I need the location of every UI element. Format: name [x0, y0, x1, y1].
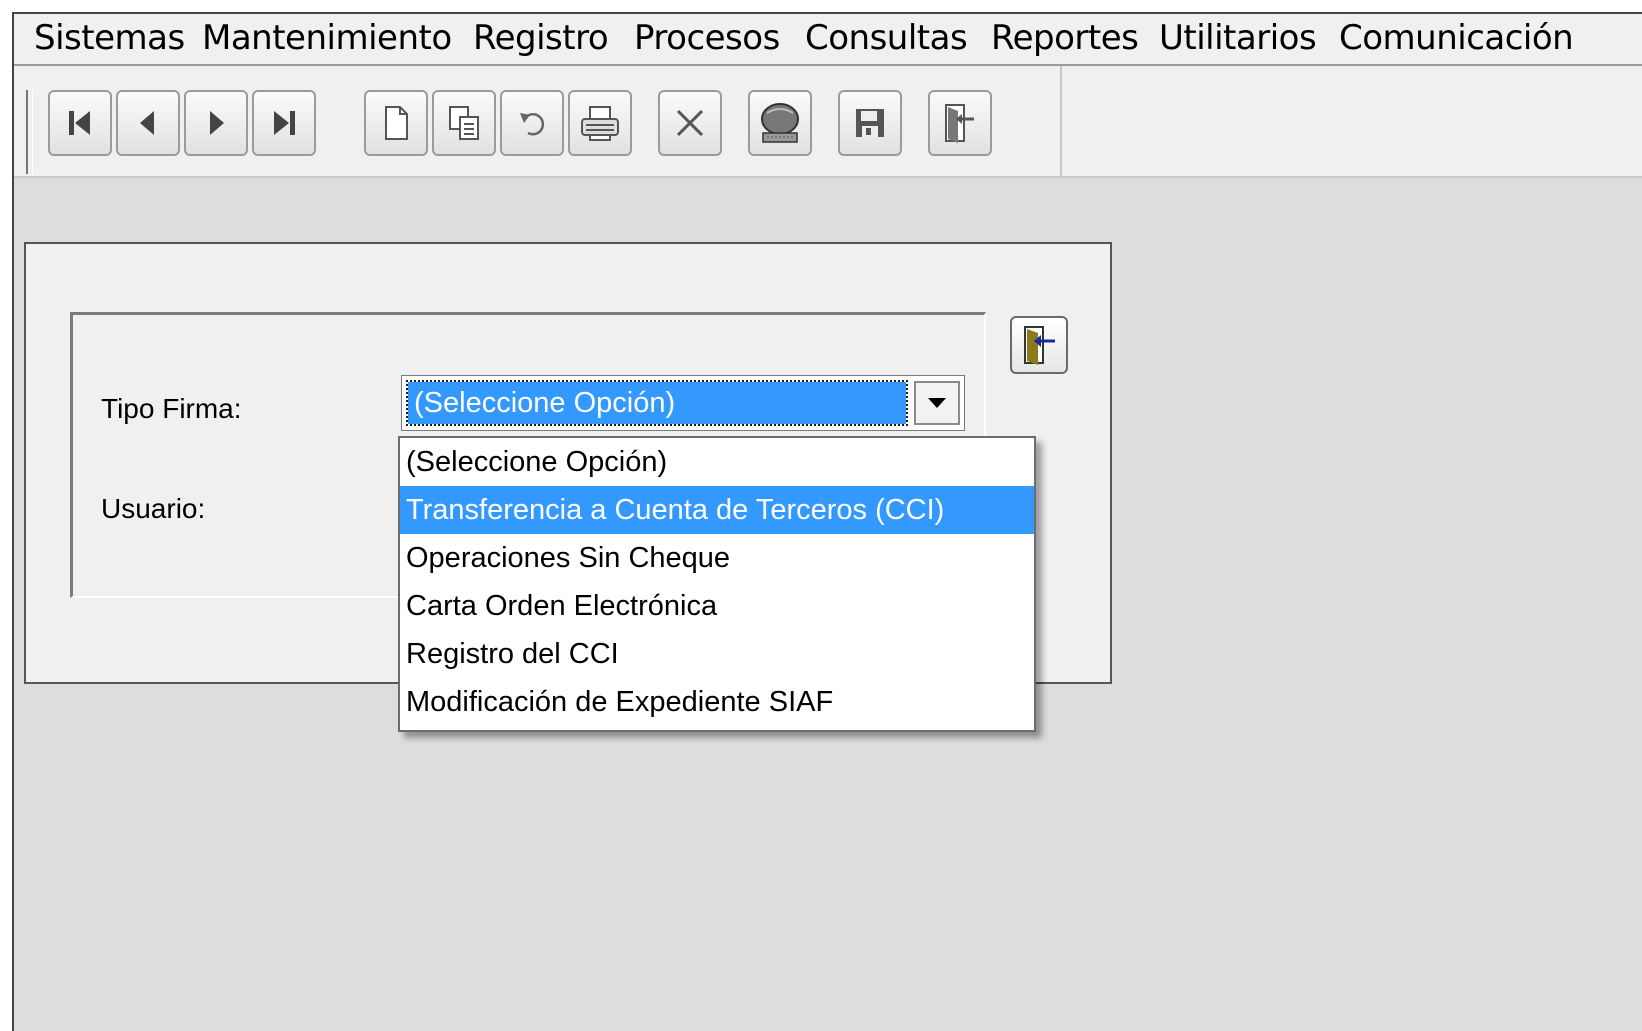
menu-reportes[interactable]: Reportes	[991, 18, 1139, 58]
next-record-button[interactable]	[184, 90, 248, 156]
save-button[interactable]	[838, 90, 902, 156]
menu-registro[interactable]: Registro	[473, 18, 609, 58]
print-icon	[581, 106, 619, 141]
menu-bar: Sistemas Mantenimiento Registro Procesos…	[14, 14, 1642, 66]
dropdown-option[interactable]: Registro del CCI	[400, 630, 1034, 678]
exit-door-icon	[1024, 326, 1055, 365]
copy-icon	[449, 106, 479, 140]
application-window: Sistemas Mantenimiento Registro Procesos…	[12, 12, 1642, 1031]
undo-icon	[520, 113, 545, 136]
dropdown-option[interactable]: Operaciones Sin Cheque	[400, 534, 1034, 582]
previous-icon	[140, 111, 154, 135]
menu-comunicacion[interactable]: Comunicación	[1339, 18, 1574, 58]
menu-consultas[interactable]: Consultas	[805, 18, 968, 58]
undo-button[interactable]	[500, 90, 564, 156]
usuario-label: Usuario:	[101, 493, 206, 524]
exit-form-button[interactable]	[1010, 316, 1068, 374]
chevron-down-icon	[928, 398, 946, 408]
floppy-save-icon	[856, 109, 884, 137]
menu-procesos[interactable]: Procesos	[634, 18, 780, 58]
menu-sistemas[interactable]: Sistemas	[34, 18, 185, 58]
last-record-button[interactable]	[252, 90, 316, 156]
exit-door-icon	[945, 104, 974, 143]
dropdown-arrow-button[interactable]	[914, 381, 960, 425]
tipo-firma-dropdown-list: (Seleccione Opción) Transferencia a Cuen…	[398, 436, 1036, 732]
first-record-button[interactable]	[48, 90, 112, 156]
toolbar-panel	[14, 66, 1062, 176]
exit-toolbar-button[interactable]	[928, 90, 992, 156]
toolbar	[14, 66, 1642, 178]
dropdown-option[interactable]: Modificación de Expediente SIAF	[400, 678, 1034, 726]
copy-button[interactable]	[432, 90, 496, 156]
monitor-search-icon	[761, 103, 799, 143]
next-icon	[210, 111, 224, 135]
tipo-firma-select[interactable]: (Seleccione Opción)	[401, 375, 965, 431]
new-button[interactable]	[364, 90, 428, 156]
toolbar-grip[interactable]	[26, 90, 33, 174]
tipo-firma-label: Tipo Firma:	[101, 393, 242, 424]
search-button[interactable]	[748, 90, 812, 156]
dropdown-option[interactable]: Carta Orden Electrónica	[400, 582, 1034, 630]
new-document-icon	[385, 106, 408, 140]
print-button[interactable]	[568, 90, 632, 156]
previous-record-button[interactable]	[116, 90, 180, 156]
last-record-icon	[274, 111, 295, 135]
first-record-icon	[69, 111, 90, 135]
dropdown-option-highlighted[interactable]: Transferencia a Cuenta de Terceros (CCI)	[400, 486, 1034, 534]
menu-mantenimiento[interactable]: Mantenimiento	[202, 18, 452, 58]
tipo-firma-selected-value: (Seleccione Opción)	[406, 380, 908, 426]
delete-button[interactable]	[658, 90, 722, 156]
menu-utilitarios[interactable]: Utilitarios	[1159, 18, 1317, 58]
close-x-icon	[676, 109, 704, 137]
dropdown-option[interactable]: (Seleccione Opción)	[400, 438, 1034, 486]
